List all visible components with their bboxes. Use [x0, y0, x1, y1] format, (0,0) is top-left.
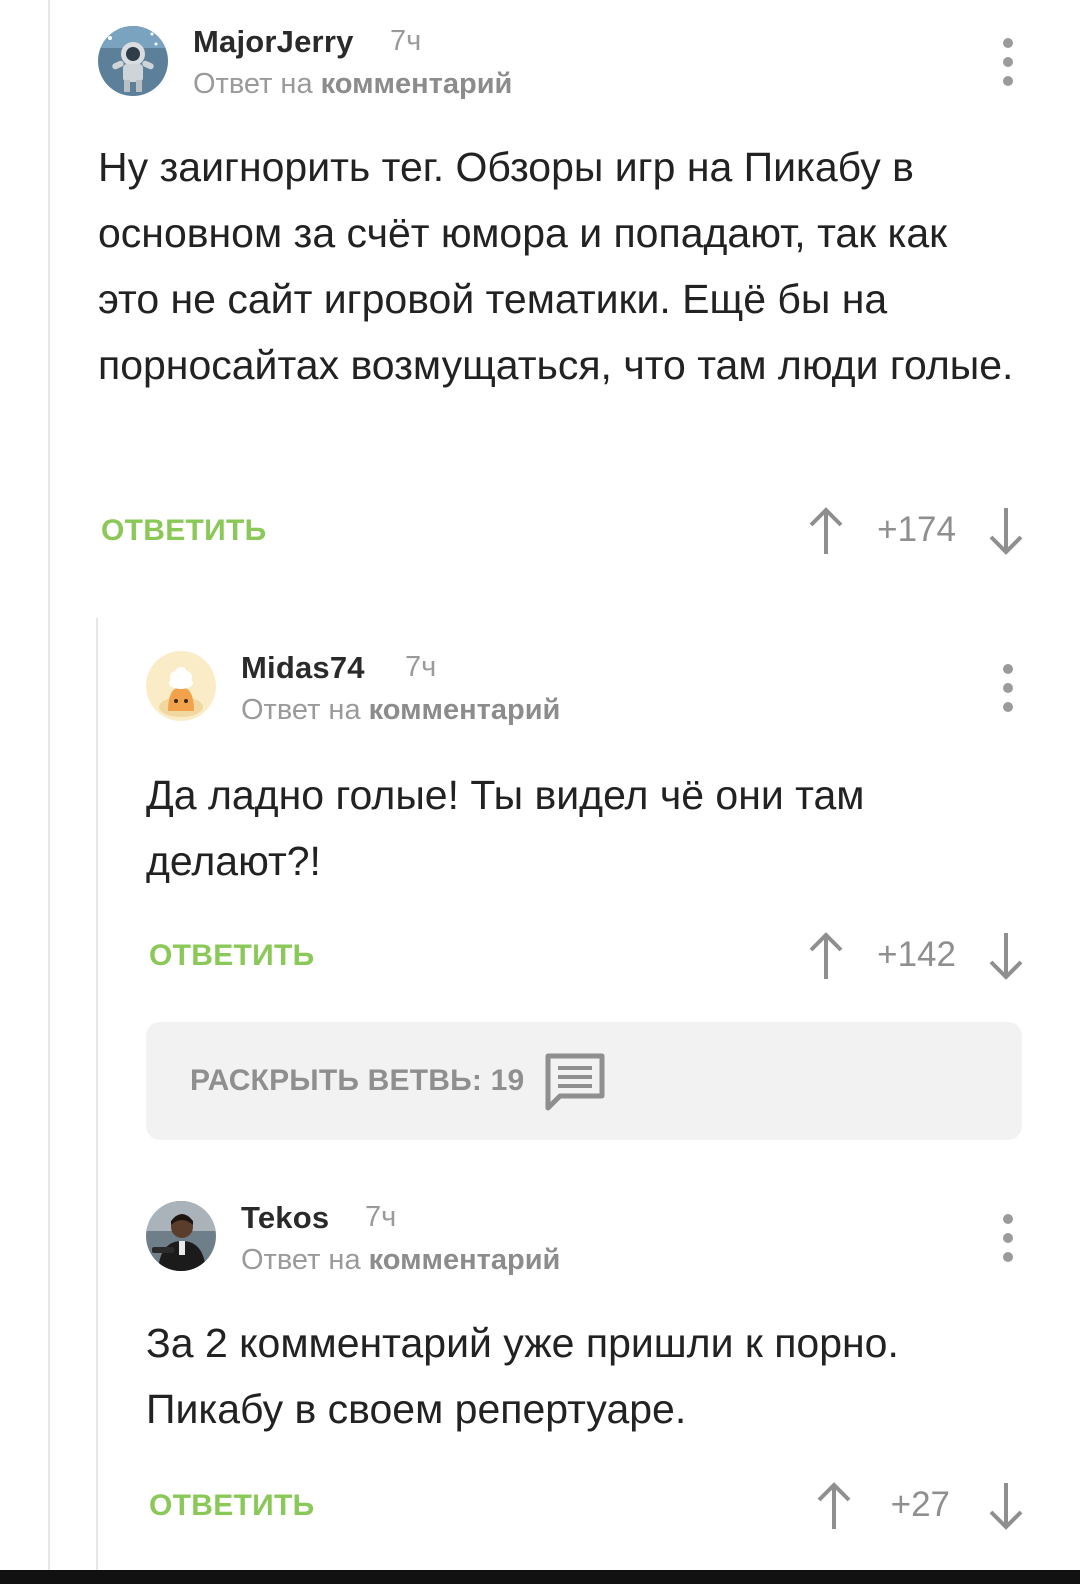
- upvote-arrow-icon[interactable]: [814, 1481, 854, 1531]
- avatar[interactable]: [146, 1201, 216, 1271]
- reply-button[interactable]: ОТВЕТИТЬ: [149, 1489, 315, 1523]
- comment-text: За 2 комментарий уже пришли к порно. Пик…: [146, 1320, 899, 1432]
- reply-to-link[interactable]: комментарий: [369, 1244, 561, 1276]
- bottom-edge-bar: [0, 1570, 1080, 1584]
- reply-to-prefix: Ответ на: [241, 1244, 369, 1276]
- vote-score: +27: [890, 1485, 950, 1524]
- downvote-arrow-icon[interactable]: [986, 1481, 1026, 1531]
- comments-page: MajorJerry 7ч Ответ на комментарий Ну за…: [0, 0, 1080, 1584]
- reply-to-line: Ответ на комментарий: [241, 1244, 560, 1277]
- more-options-icon[interactable]: [996, 1214, 1020, 1262]
- comment-tekos: Tekos 7ч Ответ на комментарий За 2 комме…: [0, 0, 1080, 1584]
- username[interactable]: Tekos: [241, 1200, 329, 1236]
- timestamp: 7ч: [365, 1201, 397, 1233]
- person-avatar-icon: [146, 1201, 216, 1271]
